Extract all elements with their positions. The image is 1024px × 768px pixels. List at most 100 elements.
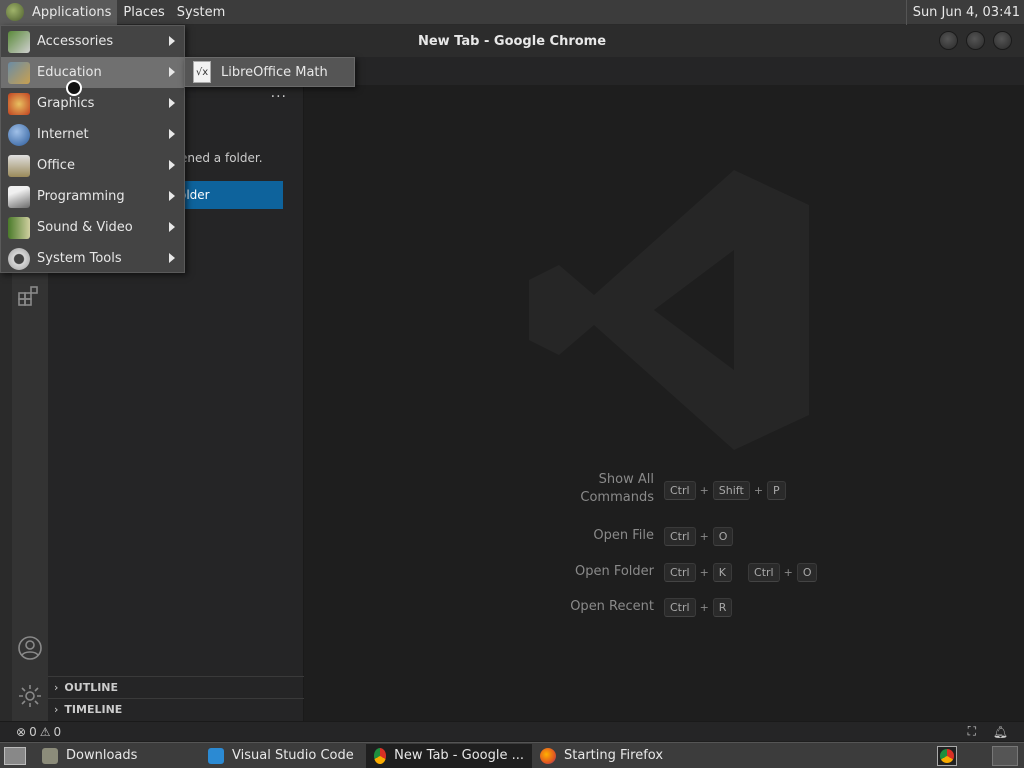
taskbar-item-vscode[interactable]: Visual Studio Code [200, 744, 366, 768]
close-button[interactable] [993, 31, 1012, 50]
extensions-icon[interactable] [12, 281, 48, 311]
education-submenu: √x LibreOffice Math [184, 57, 355, 87]
graphics-icon [8, 92, 30, 115]
applications-menu[interactable]: Applications [0, 0, 118, 25]
no-folder-message: ened a folder. [180, 151, 263, 165]
menu-item-label: Accessories [37, 34, 114, 49]
firefox-icon [540, 747, 556, 764]
key: Ctrl [748, 563, 780, 582]
libreoffice-math-icon: √x [193, 61, 211, 83]
menu-item-label: Sound & Video [37, 220, 133, 235]
top-panel: Applications Places System Sun Jun 4, 03… [0, 0, 1024, 25]
status-bar: ⊗ 0 ⚠ 0 ⛶ 🔔︎ [0, 721, 1024, 741]
menu-item-internet[interactable]: Internet [1, 119, 184, 150]
distro-logo-icon [6, 3, 24, 21]
sound-video-icon [8, 216, 30, 239]
menu-item-label: System Tools [37, 251, 122, 266]
shortcut-open-folder: Open Folder Ctrl + K Ctrl + O [524, 563, 924, 583]
submenu-arrow-icon [169, 98, 175, 108]
applications-menu-label: Applications [32, 4, 112, 20]
outline-label: OUTLINE [64, 681, 119, 694]
vscode-icon [208, 747, 224, 764]
places-menu[interactable]: Places [117, 0, 170, 25]
menu-item-education[interactable]: Education [1, 57, 184, 88]
submenu-item-libreoffice-math[interactable]: LibreOffice Math [221, 65, 328, 80]
error-icon: ⊗ [16, 724, 27, 739]
settings-gear-icon[interactable] [12, 681, 48, 711]
submenu-arrow-icon [169, 222, 175, 232]
system-menu[interactable]: System [171, 0, 231, 25]
menu-item-office[interactable]: Office [1, 150, 184, 181]
shortcut-show-all-commands: Show All Commands Ctrl + Shift + P [524, 471, 924, 507]
account-icon[interactable] [12, 633, 48, 663]
minimize-button[interactable] [939, 31, 958, 50]
submenu-arrow-icon [169, 191, 175, 201]
submenu-arrow-icon [169, 67, 175, 77]
show-desktop-icon[interactable] [4, 746, 26, 765]
key: O [796, 563, 818, 582]
submenu-arrow-icon [169, 36, 175, 46]
accessories-icon [8, 30, 30, 53]
maximize-button[interactable] [966, 31, 985, 50]
outline-section[interactable]: › OUTLINE [48, 676, 304, 698]
taskbar-item-chrome[interactable]: New Tab - Google ... [366, 743, 532, 768]
menu-item-label: Internet [37, 127, 89, 142]
timeline-label: TIMELINE [64, 703, 123, 716]
internet-icon [8, 123, 30, 146]
submenu-arrow-icon [169, 160, 175, 170]
workspace-switcher[interactable] [937, 746, 957, 766]
key: K [712, 563, 733, 582]
taskbar-item-firefox[interactable]: Starting Firefox [532, 744, 698, 768]
menu-item-system-tools[interactable]: System Tools [1, 243, 184, 274]
desktop: Applications Places System Sun Jun 4, 03… [0, 0, 1024, 768]
shortcut-label: Open File [593, 528, 654, 543]
key: Ctrl [664, 598, 696, 617]
menu-item-label: Programming [37, 189, 125, 204]
busy-cursor-icon [66, 80, 82, 96]
open-folder-button[interactable]: older [174, 181, 283, 209]
more-actions-icon[interactable]: ··· [271, 89, 287, 105]
system-tools-icon [8, 247, 30, 270]
menu-item-programming[interactable]: Programming [1, 181, 184, 212]
key: Shift [712, 481, 750, 500]
warning-icon: ⚠ [39, 724, 51, 739]
key: Ctrl [664, 527, 696, 546]
menu-item-label: Office [37, 158, 75, 173]
key: Ctrl [664, 481, 696, 500]
key: O [712, 527, 734, 546]
shortcut-label: Open Recent [570, 599, 654, 614]
taskbar-label: Starting Firefox [564, 748, 664, 763]
shortcut-label: Open Folder [574, 564, 654, 579]
key: R [712, 598, 733, 617]
programming-icon [8, 185, 30, 208]
shortcut-label: Show All Commands [580, 472, 654, 505]
taskbar-label: Visual Studio Code [232, 748, 354, 763]
submenu-arrow-icon [169, 129, 175, 139]
folder-icon [42, 747, 58, 764]
menu-item-graphics[interactable]: Graphics [1, 88, 184, 119]
key: Ctrl [664, 563, 696, 582]
clock[interactable]: Sun Jun 4, 03:41 [905, 0, 1020, 25]
workspace-2[interactable] [992, 746, 1018, 766]
bell-icon[interactable]: 🔔︎ [993, 725, 1008, 739]
menu-item-label: Education [37, 65, 102, 80]
taskbar-label: New Tab - Google ... [394, 748, 524, 763]
education-icon [8, 61, 30, 84]
menu-item-accessories[interactable]: Accessories [1, 26, 184, 57]
timeline-section[interactable]: › TIMELINE [48, 698, 304, 720]
taskbar: Downloads Visual Studio Code New Tab - G… [0, 742, 1024, 768]
warning-count: 0 [53, 724, 62, 739]
chevron-right-icon: › [54, 681, 59, 694]
chevron-right-icon: › [54, 703, 59, 716]
shortcut-open-file: Open File Ctrl + O [524, 527, 924, 547]
shortcut-open-recent: Open Recent Ctrl + R [524, 598, 924, 618]
menu-item-sound-video[interactable]: Sound & Video [1, 212, 184, 243]
problems-indicator[interactable]: ⊗ 0 ⚠ 0 [16, 725, 61, 739]
office-icon [8, 154, 30, 177]
taskbar-item-downloads[interactable]: Downloads [34, 744, 200, 768]
submenu-arrow-icon [169, 253, 175, 263]
vscode-watermark-icon [529, 170, 809, 450]
live-share-icon[interactable]: ⛶ [968, 724, 976, 739]
applications-dropdown: Accessories Education Graphics Internet … [0, 25, 185, 273]
menu-item-label: Graphics [37, 96, 95, 111]
